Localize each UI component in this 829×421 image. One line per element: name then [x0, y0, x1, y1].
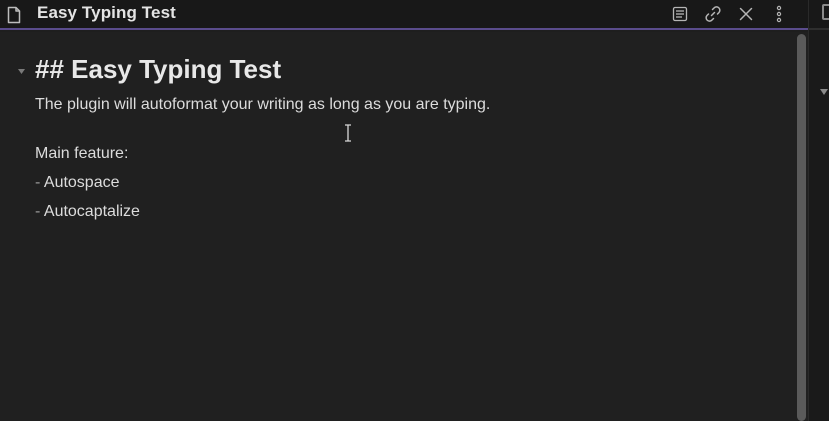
- side-pane: [808, 0, 829, 421]
- fold-arrow-icon[interactable]: [18, 62, 25, 80]
- text-cursor-icon: [343, 124, 353, 142]
- close-icon[interactable]: [734, 3, 758, 25]
- file-icon: [822, 4, 829, 20]
- list-item-text: Autocaptalize: [43, 203, 140, 220]
- link-icon[interactable]: [701, 3, 725, 25]
- page-title: Easy Typing Test: [37, 3, 176, 22]
- list-item-text: Autospace: [43, 174, 120, 191]
- file-icon: [7, 6, 21, 24]
- feature-title-line[interactable]: Main feature:: [35, 145, 128, 163]
- more-options-icon[interactable]: [767, 3, 791, 25]
- side-pane-header: [809, 0, 829, 30]
- heading-line[interactable]: ## Easy Typing Test: [35, 54, 281, 85]
- reading-view-icon[interactable]: [668, 3, 692, 25]
- fold-arrow-icon[interactable]: [820, 83, 828, 101]
- list-marker: -: [35, 203, 41, 220]
- tab-header: Easy Typing Test: [0, 0, 808, 30]
- list-item[interactable]: - Autocaptalize: [35, 203, 140, 221]
- list-marker: -: [35, 174, 41, 191]
- scrollbar-thumb[interactable]: [797, 34, 806, 421]
- tab-actions: [668, 3, 791, 25]
- markdown-editor[interactable]: ## Easy Typing Test The plugin will auto…: [0, 32, 796, 421]
- list-item[interactable]: - Autospace: [35, 174, 120, 192]
- editor-window: Easy Typing Test ## Easy Typing Test The…: [0, 0, 829, 421]
- paragraph-line[interactable]: The plugin will autoformat your writing …: [35, 96, 490, 114]
